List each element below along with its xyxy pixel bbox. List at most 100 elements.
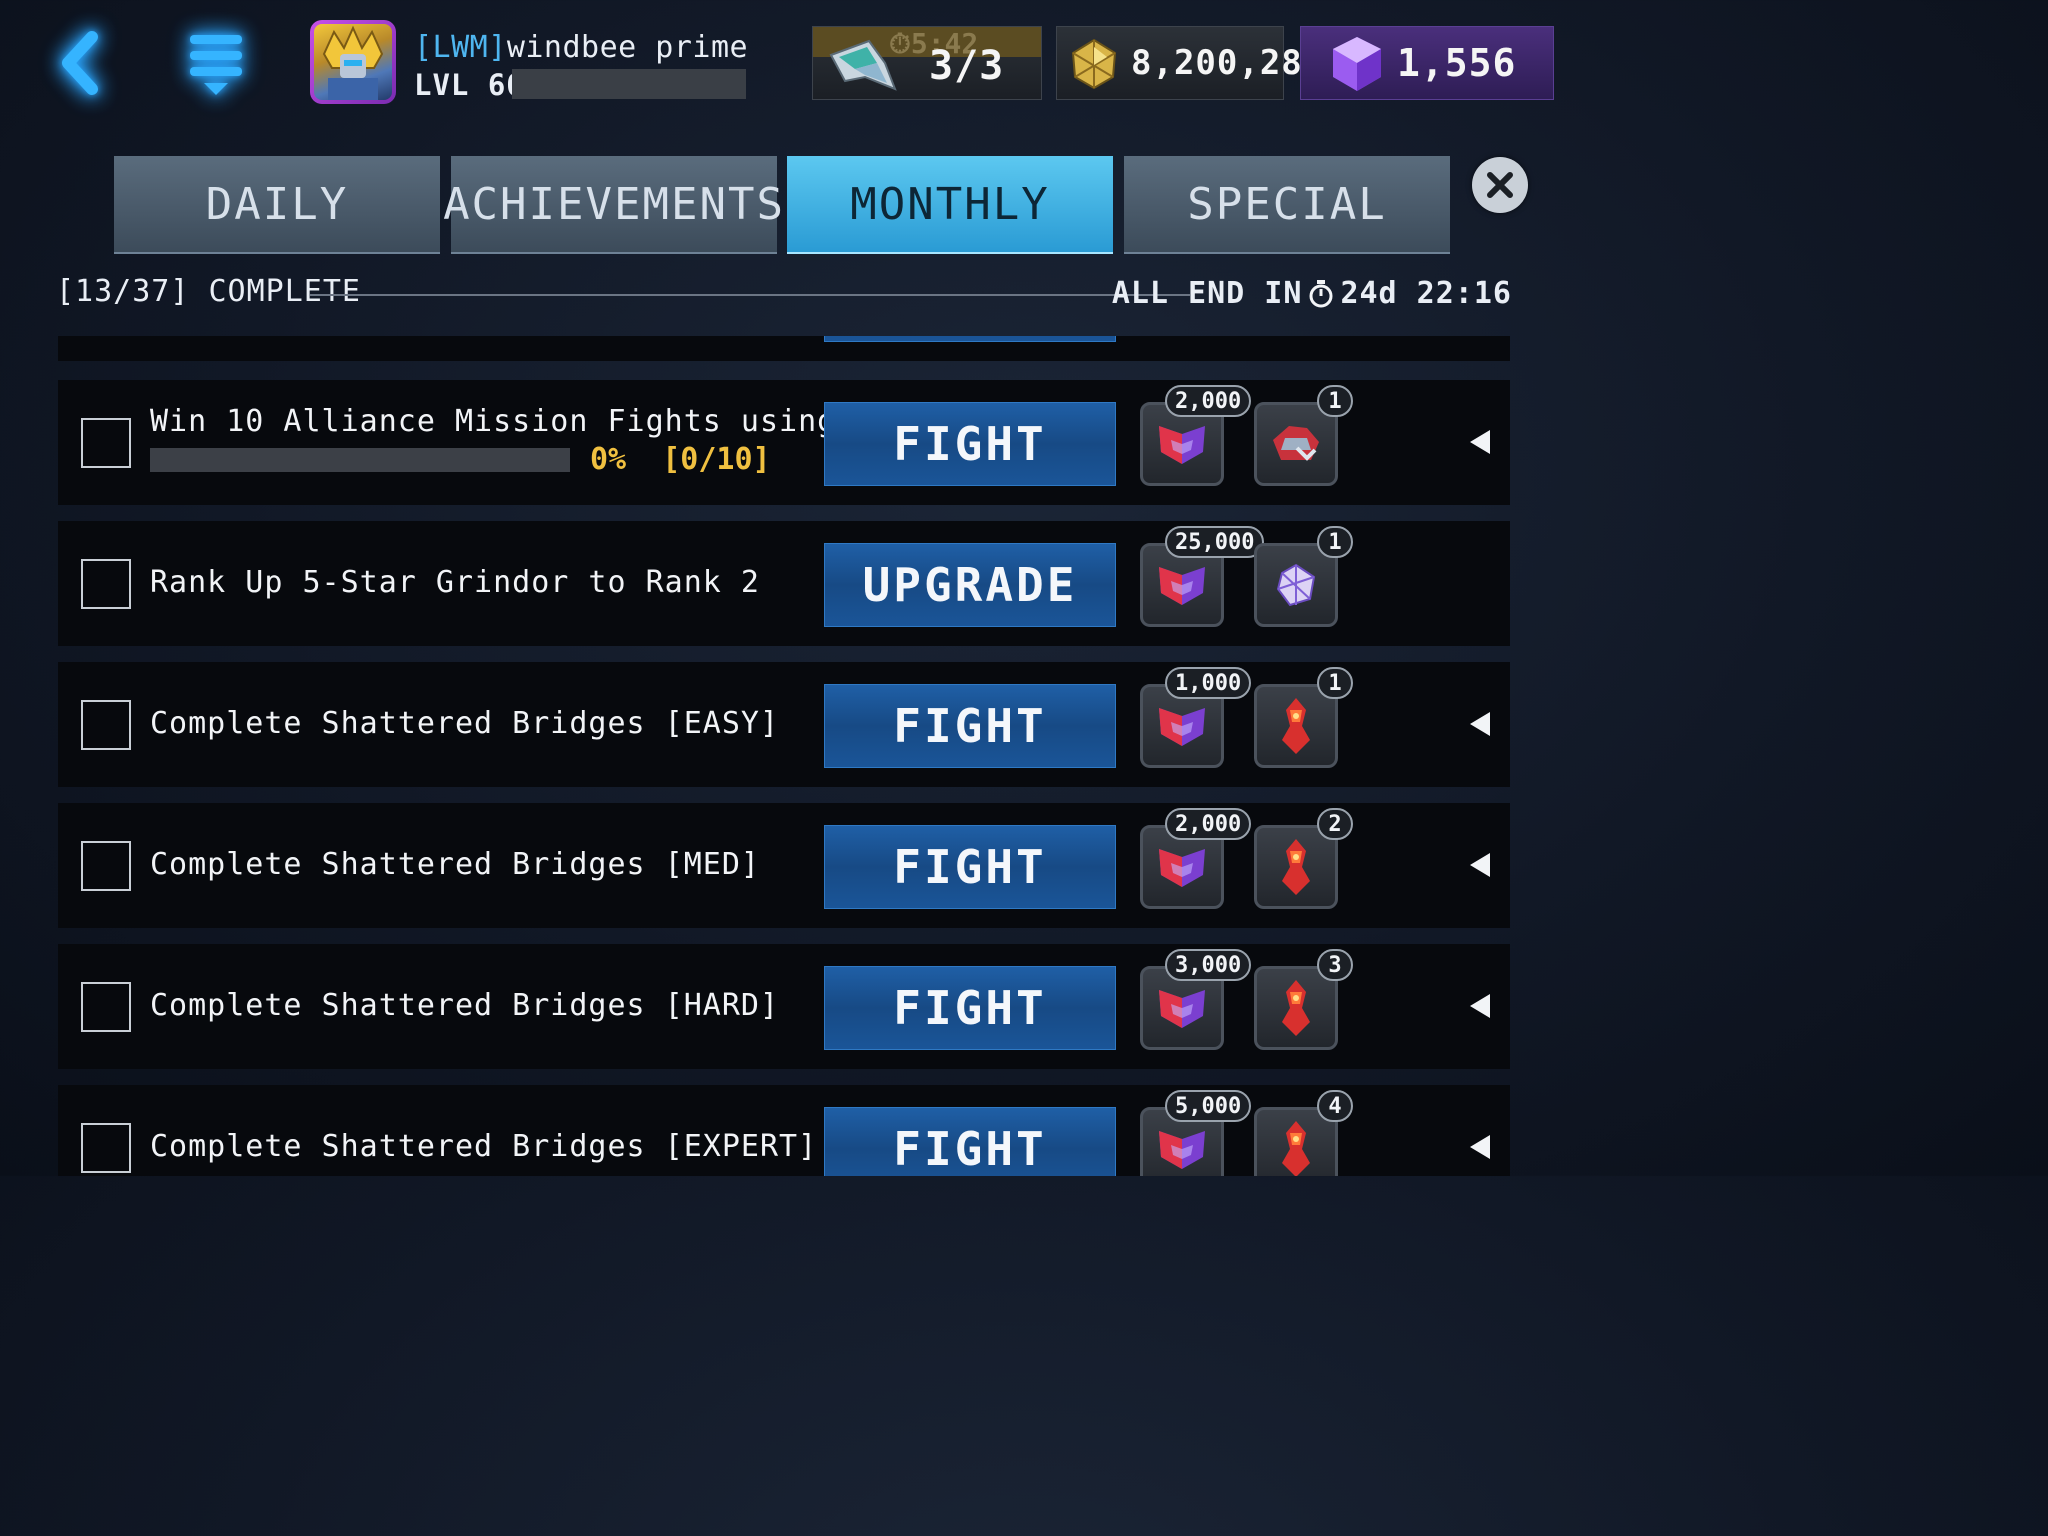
- gems-resource[interactable]: 1,556: [1300, 26, 1554, 100]
- expand-arrow-icon[interactable]: [1470, 712, 1490, 736]
- upgrade-button[interactable]: UPGRADE: [824, 543, 1116, 627]
- energy-resource[interactable]: ⏱5:42 3/3: [812, 26, 1042, 100]
- menu-button[interactable]: [178, 24, 254, 104]
- end-timer-value: 24d 22:16: [1340, 276, 1512, 311]
- expand-arrow-icon[interactable]: [1470, 994, 1490, 1018]
- reward-amount: 2,000: [1165, 385, 1252, 417]
- reward-item[interactable]: 2: [1254, 808, 1353, 909]
- tab-special[interactable]: SPECIAL: [1124, 156, 1450, 254]
- xp-bar: [512, 69, 746, 99]
- reward-count: 1: [1317, 526, 1353, 558]
- autobot-decepticon-emblem-icon: [1159, 849, 1205, 887]
- red-bot-icon: [1282, 839, 1310, 895]
- mission-checkbox[interactable]: [81, 982, 131, 1032]
- mission-row[interactable]: Complete Shattered Bridges [HARD] FIGHT …: [58, 944, 1510, 1069]
- autobot-decepticon-emblem-icon: [1159, 1131, 1205, 1169]
- autobot-decepticon-emblem-icon: [1159, 708, 1205, 746]
- mission-checkbox[interactable]: [81, 1123, 131, 1173]
- reward-xp[interactable]: 3,000: [1140, 949, 1252, 1050]
- red-bot-icon: [1282, 1121, 1310, 1176]
- reward-xp[interactable]: 25,000: [1140, 526, 1265, 627]
- mission-title: Complete Shattered Bridges [EXPERT]: [150, 1129, 818, 1164]
- reward-xp[interactable]: 2,000: [1140, 808, 1252, 909]
- player-name: [LWM]windbee prime: [414, 30, 748, 65]
- expand-arrow-icon[interactable]: [1470, 1135, 1490, 1159]
- fight-button[interactable]: FIGHT: [824, 966, 1116, 1050]
- reward-count: 1: [1317, 385, 1353, 417]
- purple-gem-icon: [1333, 37, 1381, 91]
- reward-amount: 3,000: [1165, 949, 1252, 981]
- player-avatar[interactable]: [310, 20, 396, 104]
- mission-row[interactable]: Complete Shattered Bridges [EXPERT] FIGH…: [58, 1085, 1510, 1176]
- top-bar: [LWM]windbee prime LVL 60 ⏱5:42 3/3 8,20…: [0, 0, 1568, 130]
- fight-button[interactable]: FIGHT: [824, 825, 1116, 909]
- reward-count: 2: [1317, 808, 1353, 840]
- menu-lines-icon: [190, 35, 242, 95]
- mission-progress-text: 0% [0/10]: [590, 442, 771, 477]
- fight-button[interactable]: FIGHT: [824, 684, 1116, 768]
- reward-amount: 1,000: [1165, 667, 1252, 699]
- fight-button[interactable]: FIGHT: [824, 1107, 1116, 1176]
- player-name-text: windbee prime: [506, 30, 749, 65]
- mission-list[interactable]: Win 10 Alliance Mission Fights using Gri…: [0, 336, 1568, 1176]
- red-bot-icon: [1282, 698, 1310, 754]
- reward-item[interactable]: 4: [1254, 1090, 1353, 1176]
- reward-xp[interactable]: 1,000: [1140, 667, 1252, 768]
- mission-title: Complete Shattered Bridges [MED]: [150, 847, 760, 882]
- mission-progress-count: [0/10]: [662, 442, 771, 477]
- grindor-portrait-icon: [314, 24, 392, 100]
- back-chevron-icon: [62, 31, 98, 95]
- energon-gold-icon: [1071, 38, 1117, 90]
- energy-crystal-icon: [829, 39, 897, 91]
- energon-value: 8,200,281: [1131, 43, 1325, 83]
- status-divider: [310, 294, 1190, 296]
- mission-title: Rank Up 5-Star Grindor to Rank 2: [150, 565, 760, 600]
- tab-daily[interactable]: DAILY: [114, 156, 440, 254]
- reward-count: 3: [1317, 949, 1353, 981]
- mission-checkbox[interactable]: [81, 700, 131, 750]
- close-icon: [1487, 172, 1513, 198]
- expand-arrow-icon[interactable]: [1470, 853, 1490, 877]
- completion-count: [13/37] COMPLETE: [56, 274, 361, 309]
- reward-amount: 5,000: [1165, 1090, 1252, 1122]
- stopwatch-icon: [1309, 279, 1333, 307]
- mission-row[interactable]: Complete Shattered Bridges [MED] FIGHT 2…: [58, 803, 1510, 928]
- mission-checkbox[interactable]: [81, 418, 131, 468]
- reward-xp[interactable]: 5,000: [1140, 1090, 1252, 1176]
- crystal-shard-icon: [1276, 563, 1316, 607]
- mission-row-partial: [58, 336, 1510, 361]
- reward-item[interactable]: 1: [1254, 526, 1353, 627]
- mission-tabs: DAILY ACHIEVEMENTS MONTHLY SPECIAL: [114, 156, 1454, 256]
- mission-row[interactable]: Win 10 Alliance Mission Fights using Gri…: [58, 380, 1510, 505]
- grindor-head-icon: [1273, 426, 1319, 461]
- expand-arrow-icon[interactable]: [1470, 430, 1490, 454]
- mission-progress-bar: [150, 448, 570, 472]
- reward-item[interactable]: 1: [1254, 385, 1353, 486]
- reward-xp[interactable]: 2,000: [1140, 385, 1252, 486]
- autobot-decepticon-emblem-icon: [1159, 567, 1205, 605]
- reward-amount: 25,000: [1165, 526, 1265, 558]
- gems-value: 1,556: [1397, 41, 1517, 85]
- end-timer: ALL END IN 24d 22:16: [1112, 276, 1512, 311]
- autobot-decepticon-emblem-icon: [1159, 990, 1205, 1028]
- tab-achievements[interactable]: ACHIEVEMENTS: [443, 156, 783, 254]
- mission-row[interactable]: Complete Shattered Bridges [EASY] FIGHT …: [58, 662, 1510, 787]
- autobot-decepticon-emblem-icon: [1159, 426, 1205, 464]
- player-level: LVL 60: [414, 68, 525, 102]
- mission-action-button-partial[interactable]: [824, 336, 1116, 342]
- reward-count: 1: [1317, 667, 1353, 699]
- alliance-tag: [LWM]: [414, 30, 507, 65]
- status-row: [13/37] COMPLETE ALL END IN 24d 22:16: [56, 270, 1512, 320]
- fight-button[interactable]: FIGHT: [824, 402, 1116, 486]
- tab-monthly[interactable]: MONTHLY: [787, 156, 1113, 254]
- reward-count: 4: [1317, 1090, 1353, 1122]
- energy-value: 3/3: [929, 43, 1005, 89]
- reward-item[interactable]: 3: [1254, 949, 1353, 1050]
- mission-checkbox[interactable]: [81, 559, 131, 609]
- mission-checkbox[interactable]: [81, 841, 131, 891]
- close-button[interactable]: [1472, 157, 1528, 213]
- energon-resource[interactable]: 8,200,281: [1056, 26, 1323, 100]
- mission-row[interactable]: Rank Up 5-Star Grindor to Rank 2 UPGRADE…: [58, 521, 1510, 646]
- back-button[interactable]: [40, 20, 120, 106]
- reward-item[interactable]: 1: [1254, 667, 1353, 768]
